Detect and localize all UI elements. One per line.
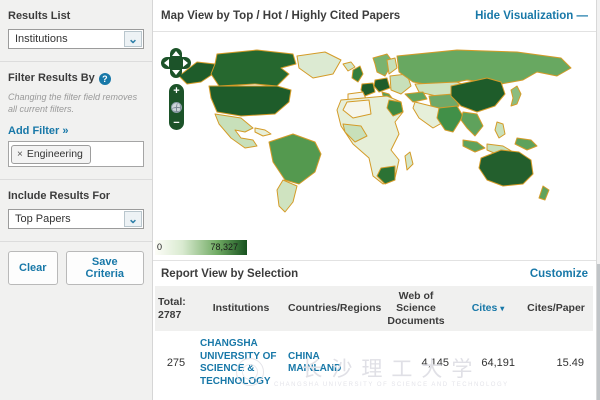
- results-table: Total: 2787 Institutions Countries/Regio…: [155, 286, 593, 395]
- country-japan: [511, 86, 521, 106]
- country-uk: [352, 66, 363, 82]
- country-india: [437, 106, 463, 132]
- filter-label: Filter Results By?: [8, 72, 144, 85]
- cites-value: 64,191: [457, 331, 519, 395]
- customize-link[interactable]: Customize: [530, 268, 588, 280]
- legend-gradient-bar: 0 78,327: [155, 240, 247, 255]
- add-filter-link[interactable]: Add Filter »: [8, 125, 69, 137]
- country-madagascar: [405, 152, 413, 170]
- include-results-label: Include Results For: [8, 190, 144, 202]
- clear-button[interactable]: Clear: [8, 251, 58, 285]
- legend-min-value: 0: [157, 242, 162, 252]
- country-indochina: [461, 112, 483, 136]
- country-germany: [374, 78, 390, 92]
- globe-icon[interactable]: [171, 102, 182, 113]
- country-brazil: [269, 134, 321, 184]
- papers-count: 275: [155, 331, 197, 395]
- column-cites-per-paper: Cites/Paper: [519, 286, 593, 331]
- save-criteria-button[interactable]: Save Criteria: [66, 251, 144, 285]
- include-results-dropdown[interactable]: Top Papers ⌄: [8, 209, 144, 229]
- country-greenland: [297, 52, 341, 78]
- country-caribbean: [255, 128, 271, 136]
- filter-tag-label: Engineering: [27, 148, 83, 160]
- app-window: Results List Institutions ⌄ Filter Resul…: [0, 0, 600, 400]
- country-philippines: [495, 122, 505, 138]
- country-mexico: [215, 114, 257, 148]
- map-zoom-control[interactable]: + −: [169, 84, 184, 130]
- column-documents: Web of Science Documents: [375, 286, 457, 331]
- country-usa: [209, 86, 291, 116]
- country-turkey: [405, 92, 427, 102]
- pan-left-icon[interactable]: [164, 59, 169, 67]
- scrollbar[interactable]: [596, 0, 600, 400]
- include-results-selected: Top Papers: [15, 213, 71, 225]
- sidebar-buttons: Clear Save Criteria: [0, 241, 152, 294]
- map-view-title: Map View by Top / Hot / Highly Cited Pap…: [161, 10, 400, 22]
- sort-desc-icon: ▾: [500, 304, 504, 313]
- world-map[interactable]: + −: [153, 32, 600, 238]
- country-link[interactable]: CHINA MAINLAND: [288, 351, 372, 376]
- filter-list-box: × Engineering: [8, 141, 144, 167]
- results-list-section: Results List Institutions ⌄: [0, 0, 152, 61]
- include-results-section: Include Results For Top Papers ⌄: [0, 179, 152, 241]
- main-panel: Map View by Top / Hot / Highly Cited Pap…: [153, 0, 600, 400]
- column-institutions: Institutions: [197, 286, 285, 331]
- country-finland: [387, 58, 397, 74]
- sidebar: Results List Institutions ⌄ Filter Resul…: [0, 0, 153, 400]
- documents-value: 4,145: [375, 331, 457, 395]
- report-view-title: Report View by Selection: [161, 268, 298, 280]
- institution-link[interactable]: CHANGSHA UNIVERSITY OF SCIENCE & TECHNOL…: [200, 338, 282, 388]
- map-pan-control[interactable]: [161, 48, 191, 78]
- report-view-header: Report View by Selection Customize: [153, 260, 600, 286]
- pan-up-icon[interactable]: [172, 51, 180, 56]
- close-icon[interactable]: ×: [17, 149, 23, 160]
- country-australia: [479, 150, 533, 186]
- pan-right-icon[interactable]: [183, 59, 188, 67]
- chevron-down-icon[interactable]: ⌄: [124, 31, 142, 47]
- zoom-out-icon[interactable]: −: [173, 118, 179, 128]
- country-new-zealand: [539, 186, 549, 200]
- minimize-icon: —: [577, 10, 589, 22]
- pan-down-icon[interactable]: [172, 70, 180, 75]
- column-cites-sort[interactable]: Cites ▾: [457, 286, 519, 331]
- choropleth-map: [157, 34, 587, 236]
- help-icon[interactable]: ?: [99, 73, 111, 85]
- map-legend: 0 78,327: [153, 238, 600, 260]
- map-view-header: Map View by Top / Hot / Highly Cited Pap…: [153, 0, 600, 32]
- filter-note: Changing the filter field removes all cu…: [8, 92, 144, 115]
- total-count: 2787: [158, 309, 194, 321]
- cites-per-paper-value: 15.49: [519, 331, 593, 395]
- results-list-label: Results List: [8, 10, 144, 22]
- country-new-guinea: [515, 138, 537, 150]
- table-row: 275 CHANGSHA UNIVERSITY OF SCIENCE & TEC…: [155, 331, 593, 395]
- column-countries: Countries/Regions: [285, 286, 375, 331]
- hide-visualization-link[interactable]: Hide Visualization —: [475, 10, 588, 22]
- legend-max-value: 78,327: [210, 242, 238, 252]
- results-list-dropdown[interactable]: Institutions ⌄: [8, 29, 144, 49]
- total-header: Total: 2787: [155, 286, 197, 331]
- results-list-selected: Institutions: [15, 33, 68, 45]
- country-argentina: [277, 180, 297, 212]
- table-header-row: Total: 2787 Institutions Countries/Regio…: [155, 286, 593, 331]
- filter-section: Filter Results By? Changing the filter f…: [0, 61, 152, 179]
- zoom-in-icon[interactable]: +: [173, 86, 179, 96]
- country-indonesia-1: [463, 140, 485, 152]
- filter-tag-engineering[interactable]: × Engineering: [11, 145, 91, 164]
- country-canada: [211, 50, 296, 86]
- chevron-down-icon[interactable]: ⌄: [124, 211, 142, 227]
